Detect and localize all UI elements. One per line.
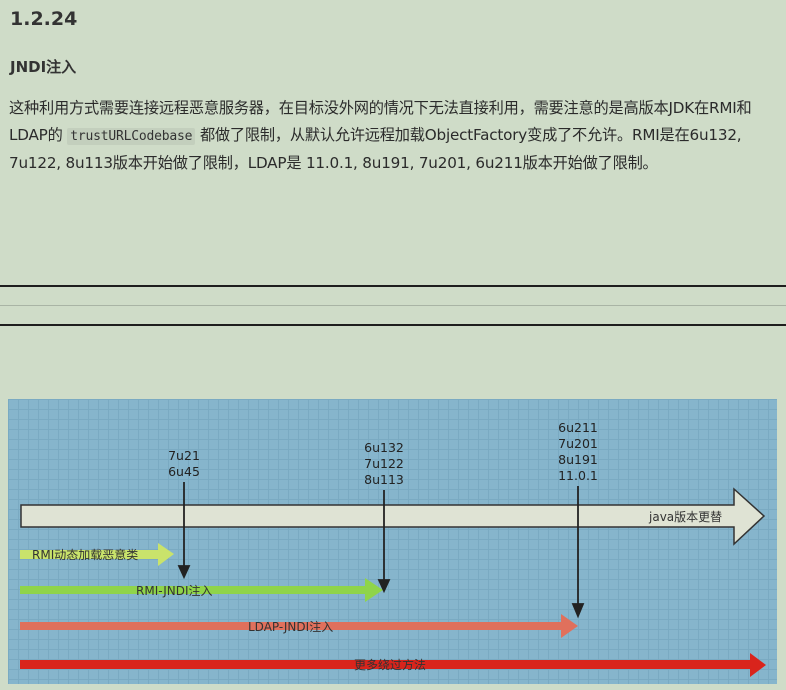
version-label-8u191: 8u191: [558, 452, 598, 467]
more-bypass-label: 更多绕过方法: [354, 657, 426, 672]
version-label-6u45: 6u45: [168, 464, 200, 479]
version-label-11-0-1: 11.0.1: [558, 468, 598, 483]
description-paragraph: 这种利用方式需要连接远程恶意服务器，在目标没外网的情况下无法直接利用，需要注意的…: [9, 95, 779, 177]
inline-code-trustURLCodebase: trustURLCodebase: [67, 127, 196, 145]
version-label-7u201: 7u201: [558, 436, 598, 451]
pointer-head-6u211: [571, 603, 585, 619]
version-label-8u113: 8u113: [364, 472, 404, 487]
section-number: 1.2.24: [10, 8, 78, 30]
rmi-dynamic-load-label: RMI动态加载恶意类: [32, 547, 138, 562]
divider-top: [0, 285, 786, 287]
version-label-6u132: 6u132: [364, 440, 404, 455]
jndi-version-diagram: 7u21 6u45 6u132 7u122 8u113 6u211 7u201 …: [8, 399, 777, 684]
version-label-7u21: 7u21: [168, 448, 200, 463]
diagram-svg: 7u21 6u45 6u132 7u122 8u113 6u211 7u201 …: [20, 420, 766, 677]
divider-bottom: [0, 324, 786, 326]
divider-middle: [0, 305, 786, 306]
java-updates-label: java版本更替: [648, 510, 722, 524]
ldap-jndi-label: LDAP-JNDI注入: [248, 619, 333, 634]
version-label-7u122: 7u122: [364, 456, 404, 471]
section-heading: JNDI注入: [10, 58, 77, 76]
version-label-6u211: 6u211: [558, 420, 598, 435]
pointer-head-7u21: [177, 565, 191, 580]
rmi-jndi-label: RMI-JNDI注入: [136, 583, 213, 598]
